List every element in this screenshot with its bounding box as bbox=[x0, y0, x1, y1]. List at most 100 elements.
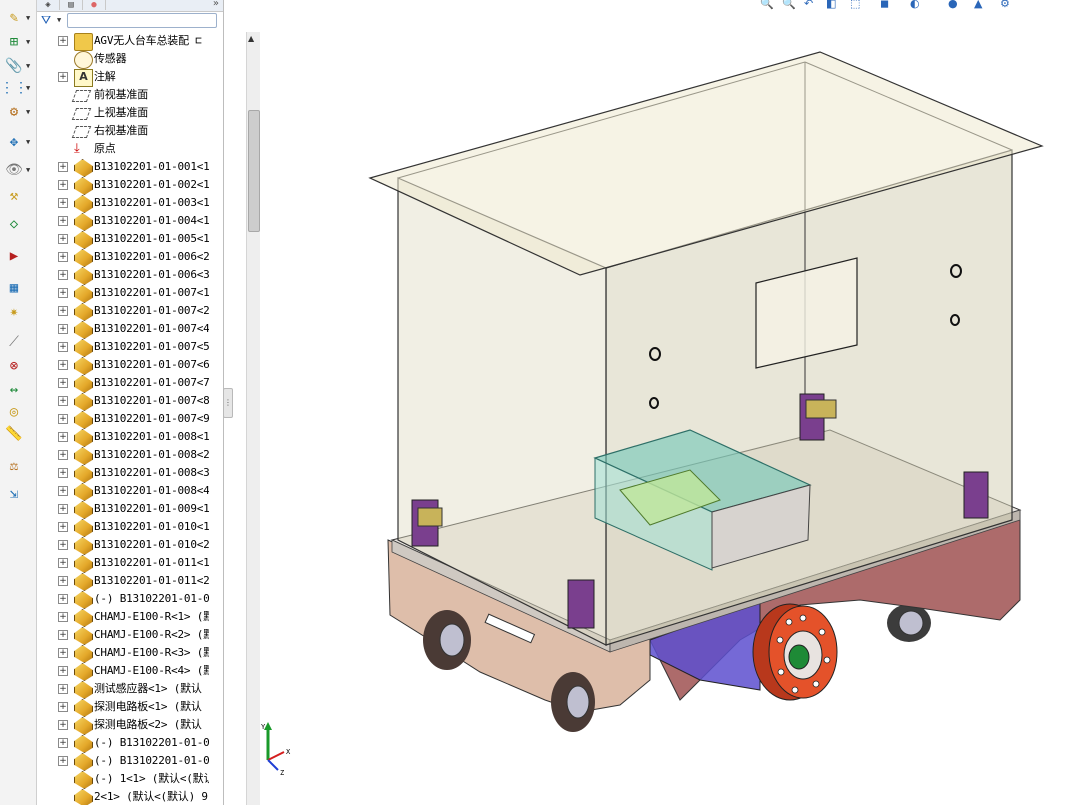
tree-node[interactable]: + CHAMJ-E100-R<1> (默 bbox=[37, 608, 209, 627]
expand-toggle-icon[interactable]: + bbox=[58, 756, 68, 766]
expand-toggle-icon[interactable]: + bbox=[58, 162, 68, 172]
edit-component-icon[interactable]: ✎ bbox=[3, 8, 25, 28]
tree-node[interactable]: + B13102201-01-006<2> bbox=[37, 248, 209, 267]
tree-node[interactable]: + B13102201-01-007<1> bbox=[37, 284, 209, 303]
clearance-verification-icon[interactable]: ↔ bbox=[3, 380, 25, 400]
chevron-down-icon[interactable]: ▼ bbox=[26, 14, 30, 22]
expand-toggle-icon[interactable]: + bbox=[58, 432, 68, 442]
new-motion-study-icon[interactable]: ▶ bbox=[3, 246, 25, 266]
tree-node[interactable]: + B13102201-01-003<1> bbox=[37, 194, 209, 213]
tree-node[interactable]: 右视基准面 bbox=[37, 122, 209, 140]
tree-node[interactable]: ⤓ 原点 bbox=[37, 140, 209, 158]
expand-toggle-icon[interactable]: + bbox=[58, 198, 68, 208]
show-hidden-icon[interactable]: 👁 bbox=[3, 160, 25, 180]
expand-toggle-icon[interactable]: + bbox=[58, 324, 68, 334]
tree-node[interactable]: + B13102201-01-011<1> bbox=[37, 554, 209, 573]
tree-node[interactable]: + B13102201-01-011<2> bbox=[37, 572, 209, 591]
tree-node[interactable]: + A 注解 bbox=[37, 68, 209, 87]
tree-node[interactable]: + B13102201-01-008<1> bbox=[37, 428, 209, 447]
expand-toggle-icon[interactable]: + bbox=[58, 414, 68, 424]
expand-toggle-icon[interactable]: + bbox=[58, 720, 68, 730]
measure-icon[interactable]: 📏 bbox=[3, 424, 25, 444]
tree-node[interactable]: + B13102201-01-007<8> bbox=[37, 392, 209, 411]
chevron-down-icon[interactable]: ▼ bbox=[26, 166, 30, 174]
tree-node[interactable]: + CHAMJ-E100-R<2> (默 bbox=[37, 626, 209, 645]
graphics-viewport[interactable] bbox=[232, 0, 1068, 805]
expand-toggle-icon[interactable]: + bbox=[58, 342, 68, 352]
tree-node[interactable]: + B13102201-01-001<1> bbox=[37, 158, 209, 177]
tree-node[interactable]: + CHAMJ-E100-R<4> (默 bbox=[37, 662, 209, 681]
tree-node[interactable]: + B13102201-01-007<4> bbox=[37, 320, 209, 339]
tree-node[interactable]: 2<1> (默认<(默认) 9 bbox=[37, 788, 209, 805]
expand-toggle-icon[interactable]: + bbox=[58, 450, 68, 460]
expand-toggle-icon[interactable]: + bbox=[58, 252, 68, 262]
tree-node[interactable]: + B13102201-01-006<3> bbox=[37, 266, 209, 285]
expand-toggle-icon[interactable]: + bbox=[58, 72, 68, 82]
expand-toggle-icon[interactable]: + bbox=[58, 540, 68, 550]
expand-toggle-icon[interactable]: + bbox=[58, 522, 68, 532]
mass-properties-icon[interactable]: ⚖ bbox=[3, 456, 25, 476]
tree-node[interactable]: + B13102201-01-009<1> bbox=[37, 500, 209, 519]
tree-node[interactable]: + B13102201-01-007<2> bbox=[37, 302, 209, 321]
expand-toggle-icon[interactable]: + bbox=[58, 288, 68, 298]
bill-of-materials-icon[interactable]: ▦ bbox=[3, 278, 25, 298]
tree-node[interactable]: 传感器 bbox=[37, 50, 209, 69]
tree-node[interactable]: + B13102201-01-005<1> bbox=[37, 230, 209, 249]
tree-node[interactable]: + (-) B13102201-01-01 bbox=[37, 590, 209, 609]
chevron-down-icon[interactable]: ▼ bbox=[26, 38, 30, 46]
expand-toggle-icon[interactable]: + bbox=[58, 36, 68, 46]
tree-node[interactable]: + B13102201-01-008<4> bbox=[37, 482, 209, 501]
chevron-down-icon[interactable]: ▼ bbox=[26, 84, 30, 92]
tree-node[interactable]: + B13102201-01-010<1> bbox=[37, 518, 209, 537]
assembly-features-icon[interactable]: ⚒ bbox=[3, 186, 25, 206]
expand-toggle-icon[interactable]: + bbox=[58, 486, 68, 496]
expand-toggle-icon[interactable]: + bbox=[58, 306, 68, 316]
move-component-icon[interactable]: ✥ bbox=[3, 132, 25, 152]
tree-node[interactable]: + B13102201-01-010<2> bbox=[37, 536, 209, 555]
chevron-down-icon[interactable]: ▼ bbox=[57, 16, 61, 24]
chevron-down-icon[interactable]: ▼ bbox=[26, 138, 30, 146]
tree-node[interactable]: + B13102201-01-007<7> bbox=[37, 374, 209, 393]
expand-toggle-icon[interactable]: + bbox=[58, 702, 68, 712]
expand-toggle-icon[interactable]: + bbox=[58, 360, 68, 370]
interference-detection-icon[interactable]: ⊗ bbox=[3, 356, 25, 376]
tree-node[interactable]: + B13102201-01-007<5> bbox=[37, 338, 209, 357]
expand-toggle-icon[interactable]: + bbox=[58, 594, 68, 604]
tree-node[interactable]: + B13102201-01-004<1> bbox=[37, 212, 209, 231]
reference-geometry-icon[interactable]: ◇ bbox=[3, 214, 25, 234]
chevron-down-icon[interactable]: ▼ bbox=[26, 108, 30, 116]
expand-toggle-icon[interactable]: + bbox=[58, 558, 68, 568]
mate-icon[interactable]: 📎 bbox=[3, 56, 25, 76]
expand-panel-icon[interactable]: » bbox=[213, 0, 219, 9]
tree-node[interactable]: + 探测电路板<1> (默认 bbox=[37, 698, 209, 717]
chevron-down-icon[interactable]: ▼ bbox=[26, 62, 30, 70]
tab-feature-manager[interactable]: ◈ bbox=[37, 0, 60, 10]
expand-toggle-icon[interactable]: + bbox=[58, 504, 68, 514]
exploded-view-icon[interactable]: ✷ bbox=[3, 302, 25, 322]
expand-toggle-icon[interactable]: + bbox=[58, 270, 68, 280]
expand-toggle-icon[interactable]: + bbox=[58, 648, 68, 658]
smart-fasteners-icon[interactable]: ⚙ bbox=[3, 102, 25, 122]
expand-toggle-icon[interactable]: + bbox=[58, 396, 68, 406]
tree-node[interactable]: + 测试感应器<1> (默认 bbox=[37, 680, 209, 699]
instant3d-icon[interactable]: ⇲ bbox=[3, 484, 25, 504]
filter-icon[interactable]: ⛛ bbox=[41, 13, 51, 28]
expand-toggle-icon[interactable]: + bbox=[58, 468, 68, 478]
tree-node[interactable]: + B13102201-01-008<3> bbox=[37, 464, 209, 483]
tree-node[interactable]: (-) 1<1> (默认<(默认 bbox=[37, 770, 209, 789]
expand-toggle-icon[interactable]: + bbox=[58, 666, 68, 676]
tree-node[interactable]: 上视基准面 bbox=[37, 104, 209, 122]
tree-node[interactable]: + B13102201-01-007<9> bbox=[37, 410, 209, 429]
tree-node[interactable]: + CHAMJ-E100-R<3> (默 bbox=[37, 644, 209, 663]
tree-node[interactable]: 前视基准面 bbox=[37, 86, 209, 104]
explode-line-sketch-icon[interactable]: ⟋ bbox=[3, 332, 25, 352]
expand-toggle-icon[interactable]: + bbox=[58, 378, 68, 388]
expand-toggle-icon[interactable]: + bbox=[58, 216, 68, 226]
expand-toggle-icon[interactable]: + bbox=[58, 738, 68, 748]
expand-toggle-icon[interactable]: + bbox=[58, 180, 68, 190]
insert-components-icon[interactable]: ⊞ bbox=[3, 32, 25, 52]
tree-node[interactable]: + (-) B13102201-01-01 bbox=[37, 752, 209, 771]
expand-toggle-icon[interactable]: + bbox=[58, 684, 68, 694]
tree-node[interactable]: + B13102201-01-002<1> bbox=[37, 176, 209, 195]
tree-node[interactable]: + B13102201-01-007<6> bbox=[37, 356, 209, 375]
